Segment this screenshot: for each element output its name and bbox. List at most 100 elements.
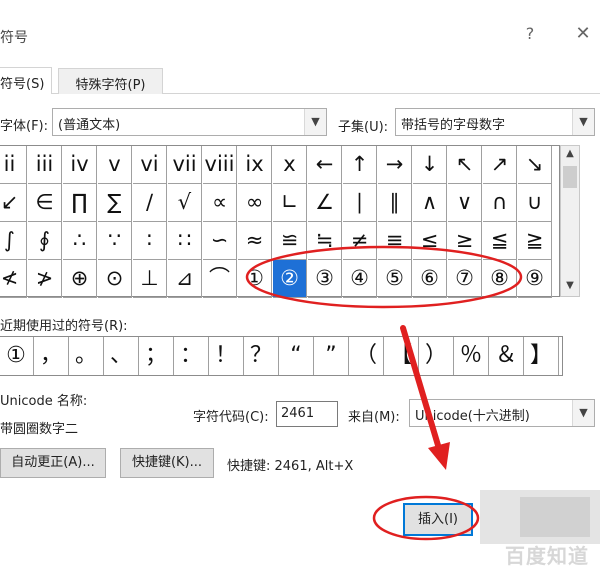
symbol-cell[interactable]: ↗ bbox=[483, 146, 517, 184]
recent-symbol-cell[interactable]: ； bbox=[139, 337, 174, 375]
symbol-cell[interactable]: ⌒ bbox=[203, 260, 237, 298]
symbol-cell[interactable]: ∥ bbox=[378, 184, 412, 222]
autocorrect-button[interactable]: 自动更正(A)... bbox=[0, 448, 106, 478]
symbol-cell[interactable]: ∶ bbox=[133, 222, 167, 260]
symbol-cell[interactable]: ≒ bbox=[308, 222, 342, 260]
symbol-cell[interactable]: ② bbox=[273, 260, 307, 298]
from-select[interactable]: Unicode(十六进制) ▼ bbox=[409, 399, 595, 427]
symbol-cell[interactable]: ⑤ bbox=[378, 260, 412, 298]
symbol-cell[interactable]: iv bbox=[63, 146, 97, 184]
symbol-cell[interactable]: ∨ bbox=[448, 184, 482, 222]
symbol-cell[interactable]: ↓ bbox=[413, 146, 447, 184]
symbol-cell[interactable]: ii bbox=[0, 146, 27, 184]
chevron-down-icon[interactable]: ▼ bbox=[572, 109, 594, 135]
symbol-cell[interactable]: ∈ bbox=[28, 184, 62, 222]
symbol-cell[interactable]: vii bbox=[168, 146, 202, 184]
symbol-cell[interactable]: ③ bbox=[308, 260, 342, 298]
symbol-cell[interactable]: ∵ bbox=[98, 222, 132, 260]
char-code-input[interactable]: 2461 bbox=[276, 401, 338, 427]
symbol-cell[interactable]: ⊙ bbox=[98, 260, 132, 298]
close-button[interactable]: ✕ bbox=[572, 23, 594, 47]
subset-select[interactable]: 带括号的字母数字 ▼ bbox=[395, 108, 595, 136]
symbol-cell[interactable]: ↙ bbox=[0, 184, 27, 222]
symbol-cell[interactable]: ∪ bbox=[518, 184, 552, 222]
tab-symbols[interactable]: 符号(S) bbox=[0, 67, 52, 94]
symbol-cell[interactable]: ① bbox=[238, 260, 272, 298]
symbol-cell[interactable]: ↑ bbox=[343, 146, 377, 184]
recent-symbol-cell[interactable]: 、 bbox=[104, 337, 139, 375]
symbol-cell[interactable]: ≤ bbox=[413, 222, 447, 260]
symbol-cell[interactable]: ix bbox=[238, 146, 272, 184]
recent-symbol-cell[interactable]: ！ bbox=[209, 337, 244, 375]
symbol-cell[interactable]: vi bbox=[133, 146, 167, 184]
symbol-cell[interactable]: ≯ bbox=[28, 260, 62, 298]
recent-symbol-cell[interactable]: ， bbox=[34, 337, 69, 375]
chevron-down-icon[interactable]: ▼ bbox=[572, 400, 594, 426]
symbol-cell[interactable]: v bbox=[98, 146, 132, 184]
insert-button[interactable]: 插入(I) bbox=[403, 503, 473, 536]
symbol-grid-scrollbar[interactable]: ▲ ▼ bbox=[560, 145, 580, 297]
symbol-cell[interactable]: ∷ bbox=[168, 222, 202, 260]
symbol-cell[interactable]: ∞ bbox=[238, 184, 272, 222]
font-select[interactable]: (普通文本) ▼ bbox=[52, 108, 327, 136]
symbol-cell[interactable]: ∽ bbox=[203, 222, 237, 260]
symbol-cell[interactable]: ≥ bbox=[448, 222, 482, 260]
symbol-cell[interactable]: ∟ bbox=[273, 184, 307, 222]
symbol-cell[interactable]: ≠ bbox=[343, 222, 377, 260]
symbol-cell[interactable]: ⑨ bbox=[518, 260, 552, 298]
symbol-cell[interactable]: ≡ bbox=[378, 222, 412, 260]
symbol-cell[interactable]: ≈ bbox=[238, 222, 272, 260]
symbol-cell[interactable]: ∮ bbox=[28, 222, 62, 260]
font-label: 字体(F): bbox=[0, 119, 49, 134]
symbol-cell[interactable]: ≦ bbox=[483, 222, 517, 260]
symbol-cell[interactable]: ⊿ bbox=[168, 260, 202, 298]
chevron-down-icon[interactable]: ▼ bbox=[304, 109, 326, 135]
recent-symbol-cell[interactable]: 【 bbox=[384, 337, 419, 375]
symbol-cell[interactable]: ∧ bbox=[413, 184, 447, 222]
shortcut-key-button[interactable]: 快捷键(K)... bbox=[120, 448, 214, 478]
symbol-cell[interactable]: ∠ bbox=[308, 184, 342, 222]
recent-symbol-cell[interactable]: ＆ bbox=[489, 337, 524, 375]
tab-special-characters[interactable]: 特殊字符(P) bbox=[58, 68, 163, 94]
symbol-cell[interactable]: ⊕ bbox=[63, 260, 97, 298]
symbol-cell[interactable]: x bbox=[273, 146, 307, 184]
help-button[interactable]: ? bbox=[520, 24, 540, 46]
recent-symbol-cell[interactable]: 。 bbox=[69, 337, 104, 375]
recent-symbol-cell[interactable]: ” bbox=[314, 337, 349, 375]
watermark-logo: 百度知道 bbox=[505, 544, 589, 568]
symbol-cell[interactable]: → bbox=[378, 146, 412, 184]
symbol-cell[interactable]: ⑥ bbox=[413, 260, 447, 298]
symbol-cell[interactable]: ∝ bbox=[203, 184, 237, 222]
symbol-cell[interactable]: ≮ bbox=[0, 260, 27, 298]
symbol-cell[interactable]: ⊥ bbox=[133, 260, 167, 298]
recent-symbol-cell[interactable]: ① bbox=[0, 337, 34, 375]
recent-symbol-cell[interactable]: ： bbox=[174, 337, 209, 375]
scrollbar-thumb[interactable] bbox=[563, 166, 577, 188]
symbol-cell[interactable]: ↖ bbox=[448, 146, 482, 184]
symbol-cell[interactable]: iii bbox=[28, 146, 62, 184]
recent-symbol-cell[interactable]: ） bbox=[419, 337, 454, 375]
symbol-cell[interactable]: ↘ bbox=[518, 146, 552, 184]
symbol-cell[interactable]: ⑧ bbox=[483, 260, 517, 298]
symbol-cell[interactable]: √ bbox=[168, 184, 202, 222]
scroll-up-icon[interactable]: ▲ bbox=[561, 148, 579, 164]
recent-symbol-cell[interactable]: ？ bbox=[244, 337, 279, 375]
symbol-cell[interactable]: ← bbox=[308, 146, 342, 184]
symbol-cell[interactable]: ∫ bbox=[0, 222, 27, 260]
symbol-cell[interactable]: ∏ bbox=[63, 184, 97, 222]
symbol-cell[interactable]: ∩ bbox=[483, 184, 517, 222]
symbol-cell[interactable]: ∣ bbox=[343, 184, 377, 222]
symbol-cell[interactable]: ④ bbox=[343, 260, 377, 298]
recent-symbol-cell[interactable]: “ bbox=[279, 337, 314, 375]
symbol-cell[interactable]: ≧ bbox=[518, 222, 552, 260]
symbol-cell[interactable]: ∴ bbox=[63, 222, 97, 260]
recent-symbol-cell[interactable]: 】 bbox=[524, 337, 559, 375]
symbol-cell[interactable]: ∕ bbox=[133, 184, 167, 222]
scroll-down-icon[interactable]: ▼ bbox=[561, 280, 579, 296]
symbol-cell[interactable]: ∑ bbox=[98, 184, 132, 222]
symbol-cell[interactable]: viii bbox=[203, 146, 237, 184]
recent-symbol-cell[interactable]: （ bbox=[349, 337, 384, 375]
recent-symbol-cell[interactable]: ％ bbox=[454, 337, 489, 375]
symbol-cell[interactable]: ≌ bbox=[273, 222, 307, 260]
symbol-cell[interactable]: ⑦ bbox=[448, 260, 482, 298]
